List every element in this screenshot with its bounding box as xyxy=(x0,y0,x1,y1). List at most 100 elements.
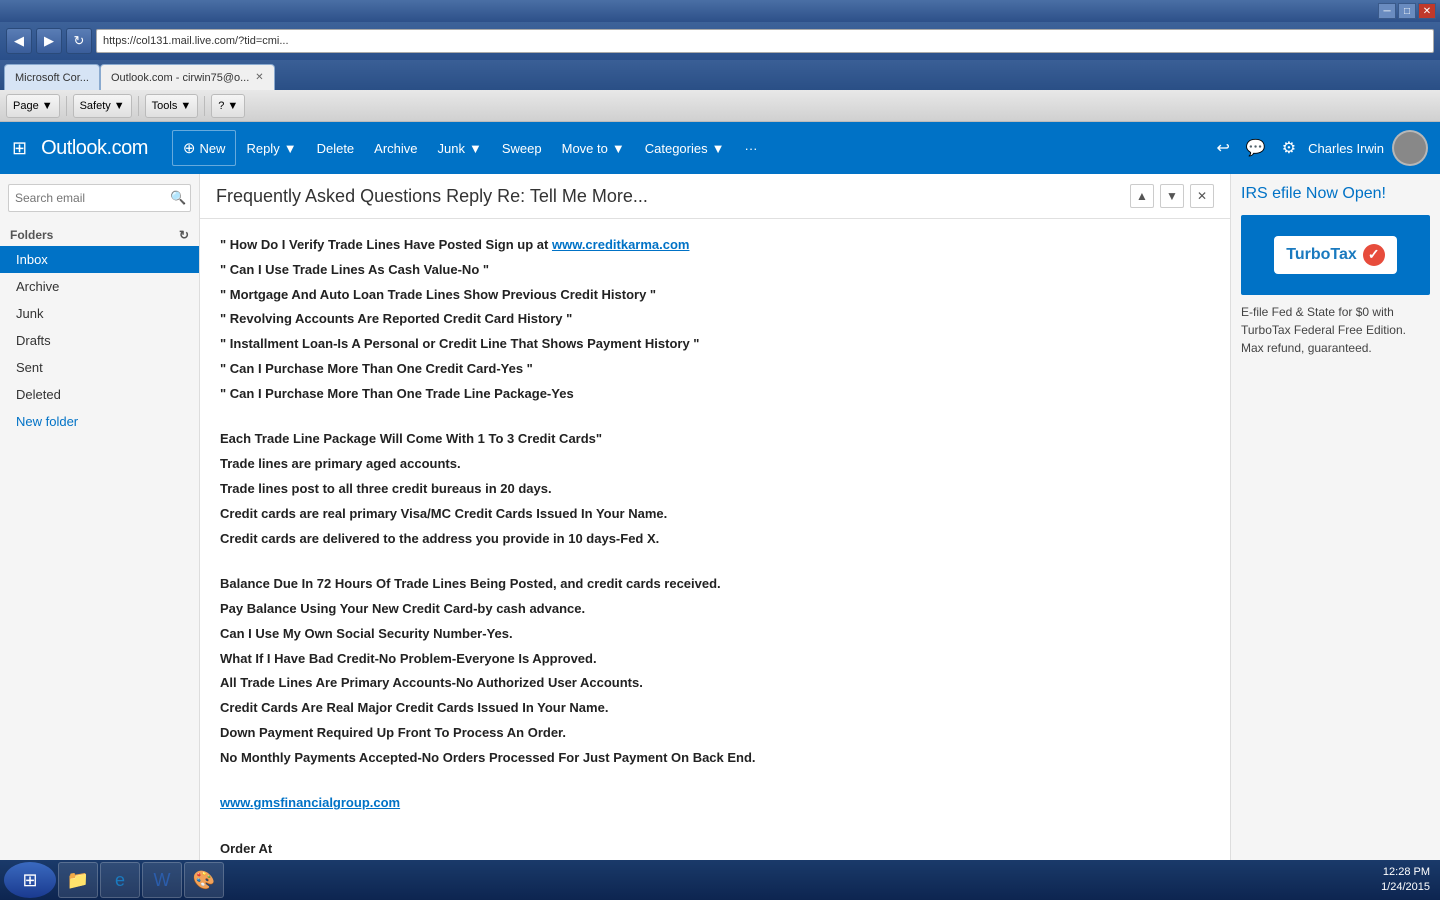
email-subject: Frequently Asked Questions Reply Re: Tel… xyxy=(216,186,648,207)
new-plus-icon: ⊕ xyxy=(183,139,196,157)
ad-image[interactable]: TurboTax ✓ xyxy=(1241,215,1430,295)
taskbar-right: 12:28 PM 1/24/2015 xyxy=(1381,865,1436,896)
page-button[interactable]: Page ▼ xyxy=(6,94,60,118)
tools-button[interactable]: Tools ▼ xyxy=(145,94,199,118)
new-label: New xyxy=(199,141,225,156)
categories-button[interactable]: Categories ▼ xyxy=(635,130,735,166)
main-container: 🔍 Folders ↻ Inbox Archive Junk Drafts Se… xyxy=(0,174,1440,870)
creditkarma-link[interactable]: www.creditkarma.com xyxy=(552,237,690,252)
body-line-11: Credit cards are real primary Visa/MC Cr… xyxy=(220,504,1210,525)
tab-bar: Microsoft Cor... Outlook.com - cirwin75@… xyxy=(0,60,1440,90)
tab-2-close-icon[interactable]: ✕ xyxy=(255,72,263,83)
archive-label: Archive xyxy=(374,141,417,156)
tools-arrow-icon: ▼ xyxy=(180,100,191,112)
more-label: ··· xyxy=(744,141,757,156)
taskbar-icon-word[interactable]: W xyxy=(142,862,182,898)
settings-icon[interactable]: ⚙ xyxy=(1278,134,1300,162)
archive-button[interactable]: Archive xyxy=(364,130,427,166)
more-button[interactable]: ··· xyxy=(734,130,767,166)
body-line-6: " Can I Purchase More Than One Credit Ca… xyxy=(220,359,1210,380)
body-line-20: No Monthly Payments Accepted-No Orders P… xyxy=(220,748,1210,769)
delete-button[interactable]: Delete xyxy=(307,130,365,166)
email-body: " How Do I Verify Trade Lines Have Poste… xyxy=(200,219,1230,870)
moveto-button[interactable]: Move to ▼ xyxy=(552,130,635,166)
turbotax-name: TurboTax xyxy=(1286,246,1357,264)
search-box[interactable]: 🔍 xyxy=(8,184,191,212)
sidebar-item-sent[interactable]: Sent xyxy=(0,354,199,381)
taskbar: ⊞ 📁 e W 🎨 12:28 PM 1/24/2015 xyxy=(0,860,1440,900)
categories-label: Categories xyxy=(645,141,708,156)
tab-1-label: Microsoft Cor... xyxy=(15,72,89,84)
address-bar[interactable]: https://col131.mail.live.com/?tid=cmi... xyxy=(96,29,1434,53)
sweep-button[interactable]: Sweep xyxy=(492,130,552,166)
expand-icon[interactable]: ▲ xyxy=(1130,184,1154,208)
folders-header: Folders ↻ xyxy=(0,222,199,246)
body-link-line: www.gmsfinancialgroup.com xyxy=(220,793,1210,814)
new-button[interactable]: ⊕ New xyxy=(172,130,237,166)
tab-2[interactable]: Outlook.com - cirwin75@o... ✕ xyxy=(100,64,275,90)
sweep-label: Sweep xyxy=(502,141,542,156)
maximize-button[interactable]: □ xyxy=(1398,3,1416,19)
sidebar-item-junk[interactable]: Junk xyxy=(0,300,199,327)
tab-1[interactable]: Microsoft Cor... xyxy=(4,64,100,90)
browser-toolbar: Page ▼ Safety ▼ Tools ▼ ? ▼ xyxy=(0,90,1440,122)
page-label: Page xyxy=(13,100,39,112)
nav-down-button[interactable]: ✕ xyxy=(1190,184,1214,208)
search-icon[interactable]: 🔍 xyxy=(170,190,186,206)
junk-button[interactable]: Junk ▼ xyxy=(428,130,492,166)
gms-link[interactable]: www.gmsfinancialgroup.com xyxy=(220,795,400,810)
reply-label: Reply xyxy=(246,141,279,156)
reload-button[interactable]: ↻ xyxy=(66,28,92,54)
sidebar-item-archive[interactable]: Archive xyxy=(0,273,199,300)
system-clock: 12:28 PM 1/24/2015 xyxy=(1381,865,1430,896)
help-label: ? xyxy=(218,100,224,112)
body-line-8: Each Trade Line Package Will Come With 1… xyxy=(220,429,1210,450)
nav-up-button[interactable]: ▼ xyxy=(1160,184,1184,208)
body-line-3: " Mortgage And Auto Loan Trade Lines Sho… xyxy=(220,285,1210,306)
ad-title: IRS efile Now Open! xyxy=(1241,184,1430,205)
close-button[interactable]: ✕ xyxy=(1418,3,1436,19)
browser-addressbar: ◀ ▶ ↻ https://col131.mail.live.com/?tid=… xyxy=(0,22,1440,60)
body-line-12: Credit cards are delivered to the addres… xyxy=(220,529,1210,550)
email-navigation: ▲ ▼ ✕ xyxy=(1130,184,1214,208)
body-line-13: Balance Due In 72 Hours Of Trade Lines B… xyxy=(220,574,1210,595)
safety-button[interactable]: Safety ▼ xyxy=(73,94,132,118)
back-button[interactable]: ◀ xyxy=(6,28,32,54)
body-line-4: " Revolving Accounts Are Reported Credit… xyxy=(220,309,1210,330)
body-line-17: All Trade Lines Are Primary Accounts-No … xyxy=(220,673,1210,694)
categories-arrow-icon: ▼ xyxy=(712,141,725,156)
sidebar-item-drafts[interactable]: Drafts xyxy=(0,327,199,354)
user-name: Charles Irwin xyxy=(1308,141,1384,156)
outlook-logo: Outlook.com xyxy=(41,137,148,160)
user-avatar[interactable] xyxy=(1392,130,1428,166)
email-title-bar: Frequently Asked Questions Reply Re: Tel… xyxy=(200,174,1230,219)
refresh-icon[interactable]: ↻ xyxy=(179,228,189,242)
minimize-button[interactable]: ─ xyxy=(1378,3,1396,19)
body-line-5: " Installment Loan-Is A Personal or Cred… xyxy=(220,334,1210,355)
body-line-10: Trade lines post to all three credit bur… xyxy=(220,479,1210,500)
sidebar: 🔍 Folders ↻ Inbox Archive Junk Drafts Se… xyxy=(0,174,200,870)
taskbar-icon-ie[interactable]: e xyxy=(100,862,140,898)
help-button[interactable]: ? ▼ xyxy=(211,94,245,118)
new-folder-link[interactable]: New folder xyxy=(0,408,199,435)
address-text: https://col131.mail.live.com/?tid=cmi... xyxy=(103,35,1427,47)
reply-button[interactable]: Reply ▼ xyxy=(236,130,306,166)
moveto-arrow-icon: ▼ xyxy=(612,141,625,156)
forward-button[interactable]: ▶ xyxy=(36,28,62,54)
start-button[interactable]: ⊞ xyxy=(4,862,56,898)
turbotax-logo: TurboTax ✓ xyxy=(1274,236,1397,274)
chat-icon[interactable]: 💬 xyxy=(1242,134,1270,162)
grid-icon[interactable]: ⊞ xyxy=(12,138,27,159)
sidebar-item-deleted[interactable]: Deleted xyxy=(0,381,199,408)
taskbar-icon-paint[interactable]: 🎨 xyxy=(184,862,224,898)
toolbar-separator-2 xyxy=(138,96,139,116)
undo-icon[interactable]: ↩ xyxy=(1212,134,1233,162)
turbotax-check-icon: ✓ xyxy=(1363,244,1385,266)
sidebar-item-inbox[interactable]: Inbox xyxy=(0,246,199,273)
clock-time: 12:28 PM xyxy=(1381,865,1430,880)
search-input[interactable] xyxy=(15,191,170,205)
delete-label: Delete xyxy=(317,141,355,156)
browser-titlebar: ─ □ ✕ xyxy=(0,0,1440,22)
toolbar-separator-1 xyxy=(66,96,67,116)
taskbar-icon-explorer[interactable]: 📁 xyxy=(58,862,98,898)
